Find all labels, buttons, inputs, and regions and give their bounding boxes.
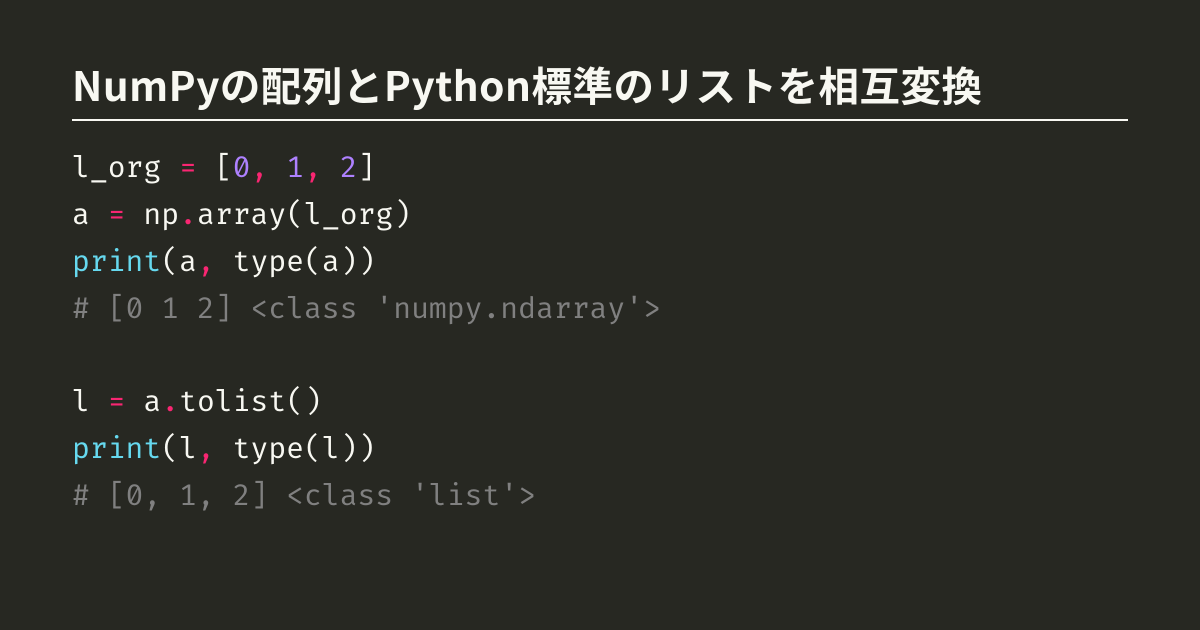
code-line-4: # [0 1 2] <class 'numpy.ndarray'> [72,291,661,327]
call-args: type(l)) [215,431,376,467]
call-args: (l [161,431,197,467]
page-title: NumPyの配列とPython標準のリストを相互変換 [72,58,1128,121]
bracket-open: [ [197,150,233,186]
var-name: a [72,197,108,233]
number-literal: 0 [233,150,251,186]
call-expr: array(l_org) [197,197,411,233]
code-block: l_org = [0, 1, 2] a = np.array(l_org) pr… [72,145,1128,521]
comma-sep: , [197,244,215,280]
comma-sep: , [197,431,215,467]
operator-eq: = [108,197,126,233]
var-name: l [72,384,108,420]
module-name: np [126,197,180,233]
call-args: type(a)) [215,244,376,280]
code-line-7: print(l, type(l)) [72,431,375,467]
builtin-print: print [72,431,161,467]
var-name: a [126,384,162,420]
comment-line: # [0 1 2] <class 'numpy.ndarray'> [72,291,661,327]
comma-sep: , [304,150,322,186]
operator-eq: = [108,384,126,420]
code-line-2: a = np.array(l_org) [72,197,411,233]
code-line-8: # [0, 1, 2] <class 'list'> [72,478,536,514]
code-line-6: l = a.tolist() [72,384,322,420]
document-container: NumPyの配列とPython標準のリストを相互変換 l_org = [0, 1… [0,0,1200,520]
space [268,150,286,186]
call-expr: tolist() [179,384,322,420]
bracket-close: ] [358,150,376,186]
code-line-3: print(a, type(a)) [72,244,375,280]
call-args: (a [161,244,197,280]
number-literal: 2 [340,150,358,186]
code-line-1: l_org = [0, 1, 2] [72,150,376,186]
operator-eq: = [179,150,197,186]
operator-dot: . [179,197,197,233]
var-name: l_org [72,150,179,186]
number-literal: 1 [286,150,304,186]
comma-sep: , [251,150,269,186]
space [322,150,340,186]
builtin-print: print [72,244,161,280]
operator-dot: . [161,384,179,420]
comment-line: # [0, 1, 2] <class 'list'> [72,478,536,514]
